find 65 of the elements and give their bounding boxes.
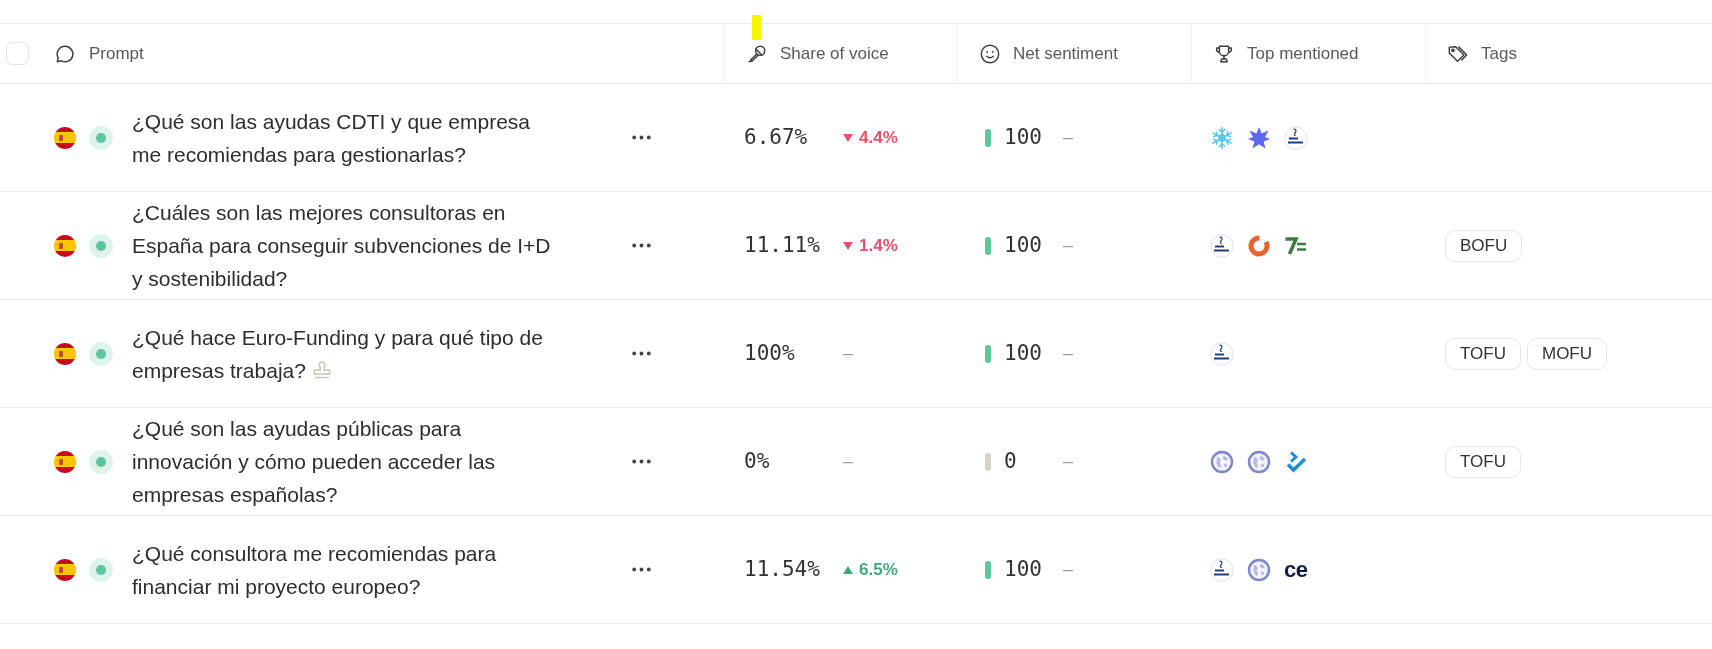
share-value: 6.67% — [744, 123, 809, 151]
tag-chip: BOFU — [1445, 229, 1523, 262]
ellipsis-icon — [631, 567, 651, 572]
logo-wordmark: ce — [1284, 558, 1308, 581]
highlight-mark — [752, 15, 761, 40]
checkmark-icon — [1284, 449, 1308, 474]
tag-chip: TOFU — [1445, 337, 1521, 370]
change-value: – — [843, 450, 853, 473]
ellipsis-icon — [631, 351, 651, 356]
round-logo-icon — [1210, 557, 1234, 582]
prompt-text: ¿Qué son las ayudas públicas para innovación y cómo pueden acceder las empresas españolas? — [132, 417, 496, 506]
tag-chip: MOFU — [1526, 337, 1607, 370]
sentiment-change: – — [1063, 234, 1073, 257]
star-icon — [1247, 125, 1271, 150]
column-header: Top mentioned — [1247, 42, 1359, 65]
round-logo-icon — [1284, 125, 1308, 150]
flag-icon — [54, 342, 76, 365]
ring-icon — [1247, 233, 1271, 258]
sentiment-value: 0 — [1004, 447, 1018, 475]
sentiment-change: – — [1063, 558, 1073, 581]
share-value: 11.54% — [744, 555, 821, 583]
share-value: 100% — [744, 339, 796, 367]
globe-icon — [1210, 449, 1234, 474]
status-dot-icon — [89, 341, 113, 366]
share-value: 0% — [744, 447, 771, 475]
round-logo-icon — [1210, 233, 1234, 258]
prompt-text: ¿Qué consultora me recomiendas para financiar mi proyecto europeo? — [132, 541, 497, 598]
ellipsis-icon — [631, 459, 651, 464]
sentiment-value: 100 — [1004, 339, 1043, 367]
change-value: 4.4% — [859, 126, 898, 149]
tag-chip: TOFU — [1445, 445, 1521, 478]
smiley-icon — [979, 42, 1001, 65]
flag-icon — [54, 126, 76, 149]
prompt-text: ¿Qué hace Euro-Funding y para qué tipo de empresas trabaja? — [132, 325, 543, 382]
column-header: Tags — [1481, 42, 1517, 65]
sentiment-change: – — [1063, 342, 1073, 365]
snowflake-icon — [1210, 125, 1234, 150]
prompt-text: ¿Cuáles son las mejores consultoras en España para conseguir subvenciones de I+D y sostenibilidad? — [132, 201, 551, 290]
sentiment-change: – — [1063, 126, 1073, 149]
trophy-icon — [1213, 42, 1235, 65]
sentiment-value: 100 — [1004, 123, 1043, 151]
flag-icon — [54, 558, 76, 581]
flag-icon — [54, 234, 76, 257]
status-dot-icon — [89, 557, 113, 582]
change-value: – — [843, 342, 853, 365]
round-logo-icon — [1210, 341, 1234, 366]
sentiment-change: – — [1063, 450, 1073, 473]
flag-icon — [54, 450, 76, 473]
status-dot-icon — [89, 233, 113, 258]
sentiment-value: 100 — [1004, 231, 1043, 259]
globe-icon — [1247, 449, 1271, 474]
ellipsis-icon — [631, 135, 651, 140]
change-value: 1.4% — [859, 234, 898, 257]
column-header: Share of voice — [780, 42, 889, 65]
globe-icon — [1247, 557, 1271, 582]
column-header: Net sentiment — [1013, 42, 1118, 65]
ellipsis-icon — [631, 243, 651, 248]
status-dot-icon — [89, 449, 113, 474]
status-dot-icon — [89, 125, 113, 150]
share-value: 11.11% — [744, 231, 821, 259]
prompt-text: ¿Qué son las ayudas CDTI y que empresa me recomiendas para gestionarlas? — [132, 109, 530, 166]
checkbox[interactable] — [6, 42, 29, 65]
column-header: Prompt — [89, 42, 144, 65]
change-value: 6.5% — [859, 558, 898, 581]
sentiment-value: 100 — [1004, 555, 1043, 583]
